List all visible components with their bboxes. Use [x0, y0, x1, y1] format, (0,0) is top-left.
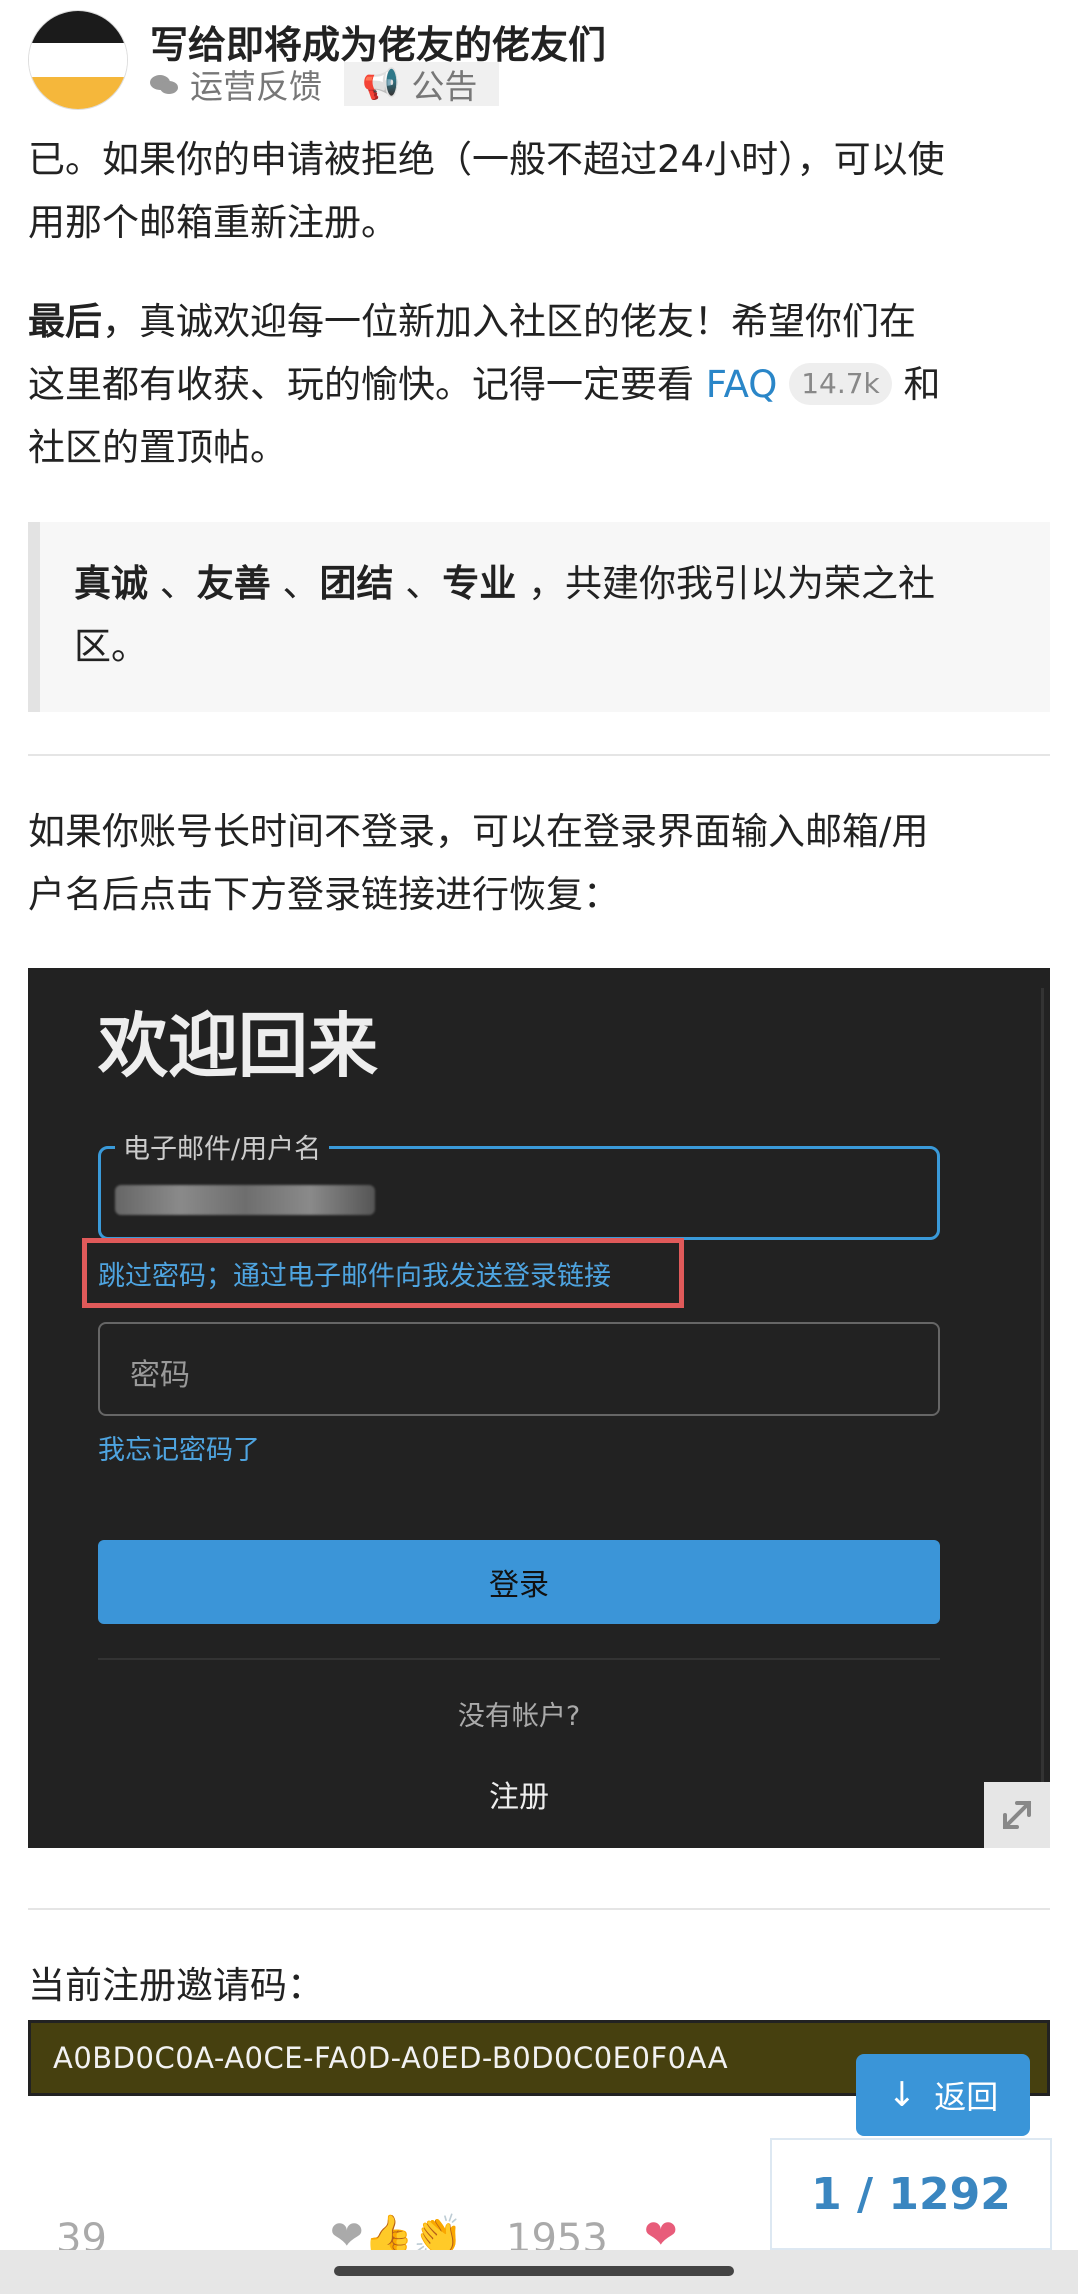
- email-field-label: 电子邮件/用户名: [115, 1127, 330, 1166]
- paragraph: 当前注册邀请码：: [28, 1954, 1050, 2017]
- text-line: 这里都有收获、玩的愉快。记得一定要看 FAQ 14.7k 和: [28, 353, 1050, 416]
- forgot-password-link: 我忘记密码了: [98, 1435, 260, 1466]
- paragraph: 已。如果你的申请被拒绝（一般不超过24小时），可以使 用那个邮箱重新注册。: [28, 128, 1050, 254]
- text-line: 当前注册邀请码：: [28, 1964, 324, 2007]
- text-line: 最后，真诚欢迎每一位新加入社区的佬友！希望你们在: [28, 290, 1050, 353]
- horizontal-rule: [28, 1908, 1050, 1910]
- tag-chip[interactable]: 📢 公告: [344, 62, 500, 106]
- paragraph: 最后，真诚欢迎每一位新加入社区的佬友！希望你们在 这里都有收获、玩的愉快。记得一…: [28, 290, 1050, 479]
- text-span: ，共建你我引以为荣之社: [528, 562, 936, 605]
- text-line: 用那个邮箱重新注册。: [28, 201, 398, 244]
- login-screenshot-image[interactable]: 欢迎回来 电子邮件/用户名 跳过密码；通过电子邮件向我发送登录链接 密码 我忘记…: [28, 968, 1050, 1848]
- blockquote: 真诚 、友善 、团结 、专业 ，共建你我引以为荣之社 区。: [28, 522, 1050, 712]
- home-indicator[interactable]: [334, 2266, 734, 2276]
- email-field: 电子邮件/用户名: [98, 1127, 940, 1240]
- category-row: 运营反馈 📢 公告: [150, 60, 500, 108]
- email-login-link: 跳过密码；通过电子邮件向我发送登录链接: [98, 1261, 611, 1292]
- text-span: 和: [891, 363, 941, 406]
- bold-text: 最后: [28, 300, 102, 343]
- password-placeholder: 密码: [130, 1358, 190, 1393]
- bold-text: 真诚: [74, 562, 148, 605]
- register-link: 注册: [489, 1780, 549, 1815]
- separator: 、: [405, 562, 443, 605]
- text-line: 户名后点击下方登录链接进行恢复：: [28, 873, 620, 916]
- scrollbar-track: [1041, 988, 1044, 1828]
- blurred-username: [115, 1185, 375, 1215]
- back-button-label: 返回: [934, 2078, 999, 2116]
- post-progress-indicator[interactable]: 1 / 1292: [770, 2138, 1052, 2250]
- bold-text: 友善: [196, 562, 271, 605]
- password-field: 密码: [98, 1322, 940, 1416]
- faq-link[interactable]: FAQ: [706, 363, 778, 406]
- link-click-count-badge: 14.7k: [789, 363, 892, 405]
- bold-text: 团结: [319, 562, 394, 605]
- text-span: ，真诚欢迎每一位新加入社区的佬友！希望你们在: [102, 300, 916, 343]
- horizontal-rule: [28, 754, 1050, 756]
- megaphone-icon: 📢: [362, 66, 400, 102]
- text-line: 社区的置顶帖。: [28, 426, 287, 469]
- no-account-text: 没有帐户?: [457, 1701, 581, 1732]
- text-span: 这里都有收获、玩的愉快。记得一定要看: [28, 363, 706, 406]
- back-button[interactable]: ↓ 返回: [856, 2054, 1030, 2136]
- invite-code: A0BD0C0A-A0CE-FA0D-A0ED-B0D0C0E0F0AA: [53, 2041, 729, 2075]
- arrow-down-icon: ↓: [887, 2075, 917, 2115]
- expand-image-button[interactable]: [984, 1782, 1050, 1848]
- login-button: 登录: [98, 1540, 940, 1624]
- separator: 、: [159, 562, 197, 605]
- text-line: 真诚 、友善 、团结 、专业 ，共建你我引以为荣之社: [74, 552, 1050, 615]
- text-line: 已。如果你的申请被拒绝（一般不超过24小时），可以使: [28, 138, 945, 181]
- category-link[interactable]: 运营反馈: [190, 60, 322, 108]
- topic-header: 写给即将成为佬友的佬友们 运营反馈 📢 公告: [0, 0, 1078, 128]
- chat-bubble-icon: [150, 73, 180, 95]
- text-line: 区。: [74, 625, 148, 668]
- paragraph: 如果你账号长时间不登录，可以在登录界面输入邮箱/用 户名后点击下方登录链接进行恢…: [28, 800, 1050, 926]
- login-title: 欢迎回来: [98, 1005, 378, 1087]
- avatar[interactable]: [28, 10, 128, 110]
- bold-text: 专业: [442, 562, 517, 605]
- divider: [98, 1658, 940, 1660]
- text-line: 如果你账号长时间不登录，可以在登录界面输入邮箱/用: [28, 810, 929, 853]
- tag-label: 公告: [411, 67, 478, 106]
- expand-icon: [1003, 1801, 1031, 1829]
- separator: 、: [282, 562, 320, 605]
